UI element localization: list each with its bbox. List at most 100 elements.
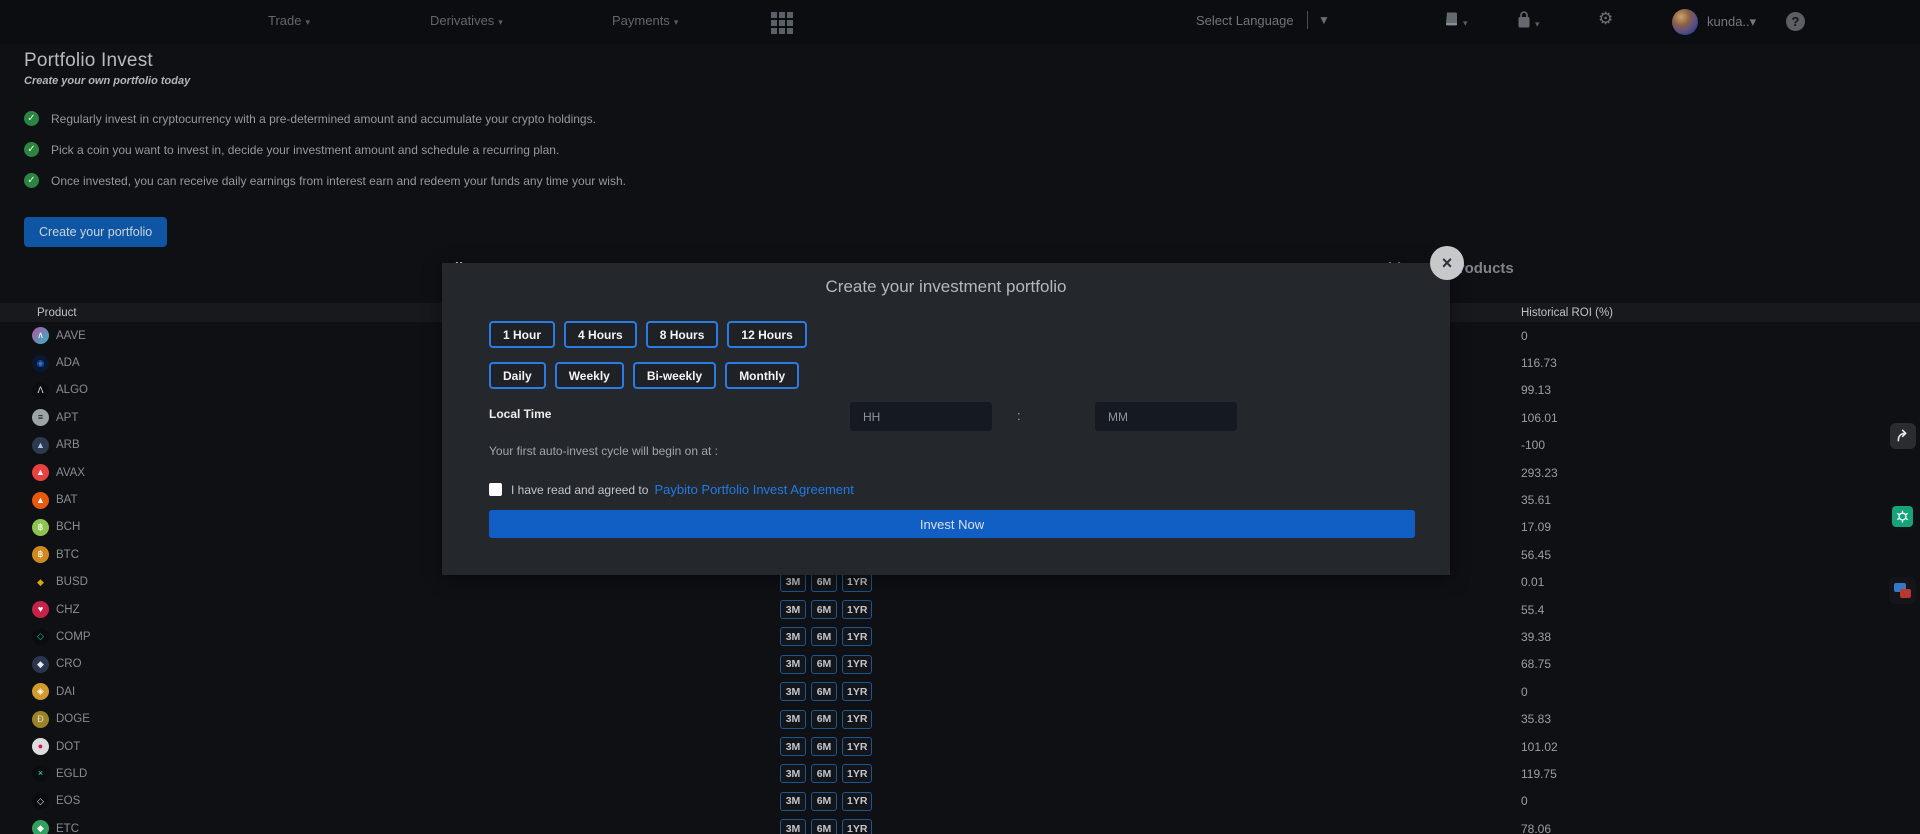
option-button-8-hours[interactable]: 8 Hours <box>646 321 719 348</box>
period-buttons: 3M 6M 1YR <box>750 764 1521 783</box>
period-button-6m[interactable]: 6M <box>811 764 837 783</box>
table-row[interactable]: ◈ DAI 3M6M1YR 0 <box>0 678 1920 705</box>
option-button-bi-weekly[interactable]: Bi-weekly <box>633 362 716 389</box>
period-button-3m[interactable]: 3M <box>780 573 806 592</box>
period-button-1yr[interactable]: 1YR <box>842 573 872 592</box>
gpt-widget-icon[interactable] <box>1889 503 1916 530</box>
language-caret-icon[interactable]: ▼ <box>1318 13 1330 27</box>
product-cell: Đ DOGE <box>0 711 750 728</box>
help-icon[interactable]: ? <box>1786 12 1805 31</box>
period-button-6m[interactable]: 6M <box>811 655 837 674</box>
period-button-6m[interactable]: 6M <box>811 737 837 756</box>
period-button-3m[interactable]: 3M <box>780 600 806 619</box>
period-button-6m[interactable]: 6M <box>811 627 837 646</box>
hour-input[interactable] <box>850 402 992 431</box>
agreement-link[interactable]: Paybito Portfolio Invest Agreement <box>654 482 853 497</box>
option-button-daily[interactable]: Daily <box>489 362 546 389</box>
table-row[interactable]: ♥ CHZ 3M6M1YR 55.4 <box>0 596 1920 623</box>
product-cell: ♥ CHZ <box>0 601 750 618</box>
period-button-6m[interactable]: 6M <box>811 819 837 834</box>
invest-now-button[interactable]: Invest Now <box>489 510 1415 538</box>
coin-symbol: APT <box>56 412 78 424</box>
table-row[interactable]: × EGLD 3M6M1YR 119.75 <box>0 760 1920 787</box>
local-time-row: Local Time : <box>489 402 1415 432</box>
product-cell: ◇ EOS <box>0 793 750 810</box>
period-button-6m[interactable]: 6M <box>811 573 837 592</box>
coin-icon: ● <box>32 738 49 755</box>
option-button-4-hours[interactable]: 4 Hours <box>564 321 637 348</box>
create-portfolio-button[interactable]: Create your portfolio <box>24 217 167 247</box>
minute-input[interactable] <box>1095 402 1237 431</box>
option-button-monthly[interactable]: Monthly <box>725 362 799 389</box>
table-row[interactable]: Đ DOGE 3M 6M 1YR 35.83 <box>0 705 1920 732</box>
coin-icon: × <box>32 765 49 782</box>
roi-value: 0.01 <box>1521 575 1920 589</box>
product-cell: ◆ CRO <box>0 656 750 673</box>
nav-payments[interactable]: Payments▾ <box>612 13 678 28</box>
period-button-3m[interactable]: 3M <box>780 682 806 701</box>
period-buttons: 3M 6M 1YR <box>750 627 1521 646</box>
table-row[interactable]: ● DOT 3M 6M 1YR 101.02 <box>0 733 1920 760</box>
roi-value: 35.83 <box>1521 712 1920 726</box>
table-row[interactable]: ◆ ETC 3M6M1YR 78.06 <box>0 815 1920 834</box>
period-button-1yr[interactable]: 1YR <box>842 655 872 674</box>
product-cell: × EGLD <box>0 765 750 782</box>
orders-book-icon[interactable]: ▾ <box>1443 11 1468 33</box>
period-button-1yr[interactable]: 1YR <box>842 792 872 811</box>
check-circle-icon: ✓ <box>24 173 39 188</box>
period-button-1yr[interactable]: 1YR <box>842 710 872 729</box>
period-button-6m[interactable]: 6M <box>811 792 837 811</box>
period-button-3m[interactable]: 3M <box>780 627 806 646</box>
cycle-begin-text: Your first auto-invest cycle will begin … <box>489 444 1415 458</box>
table-row[interactable]: ◆ CRO 3M 6M 1YR 68.75 <box>0 651 1920 678</box>
apps-grid-icon[interactable] <box>771 12 793 34</box>
period-button-1yr[interactable]: 1YR <box>842 600 872 619</box>
period-button-3m[interactable]: 3M <box>780 792 806 811</box>
period-button-6m[interactable]: 6M <box>811 710 837 729</box>
period-button-1yr[interactable]: 1YR <box>842 764 872 783</box>
roi-value: 35.61 <box>1521 493 1920 507</box>
nav-derivatives[interactable]: Derivatives▾ <box>430 13 503 28</box>
product-cell: ◈ DAI <box>0 683 750 700</box>
period-button-1yr[interactable]: 1YR <box>842 737 872 756</box>
period-buttons: 3M 6M 1YR <box>750 573 1521 592</box>
table-row[interactable]: ◇ EOS 3M6M1YR 0 <box>0 788 1920 815</box>
coin-icon: ≡ <box>32 409 49 426</box>
period-button-3m[interactable]: 3M <box>780 655 806 674</box>
option-button-1-hour[interactable]: 1 Hour <box>489 321 555 348</box>
table-row[interactable]: ◇ COMP 3M6M1YR 39.38 <box>0 623 1920 650</box>
language-selector[interactable]: Select Language <box>1196 13 1294 28</box>
share-widget-icon[interactable] <box>1890 423 1916 449</box>
agreement-checkbox[interactable] <box>489 483 502 496</box>
option-button-12-hours[interactable]: 12 Hours <box>727 321 806 348</box>
period-button-3m[interactable]: 3M <box>780 819 806 834</box>
product-cell: ◆ ETC <box>0 820 750 834</box>
user-menu[interactable]: kunda..▾ <box>1707 14 1756 30</box>
period-button-3m[interactable]: 3M <box>780 737 806 756</box>
bullet-text: Once invested, you can receive daily ear… <box>51 174 626 188</box>
option-button-weekly[interactable]: Weekly <box>555 362 624 389</box>
roi-value: 68.75 <box>1521 657 1920 671</box>
coin-icon: ฿ <box>32 546 49 563</box>
period-button-3m[interactable]: 3M <box>780 710 806 729</box>
nav-trade[interactable]: Trade▾ <box>268 13 310 28</box>
period-button-1yr[interactable]: 1YR <box>842 682 872 701</box>
period-button-6m[interactable]: 6M <box>811 600 837 619</box>
coin-symbol: DOGE <box>56 713 90 725</box>
coin-icon: ฿ <box>32 519 49 536</box>
coin-symbol: ALGO <box>56 384 88 396</box>
period-button-3m[interactable]: 3M <box>780 764 806 783</box>
wallet-bag-icon[interactable]: ▾ <box>1516 11 1540 34</box>
period-button-6m[interactable]: 6M <box>811 682 837 701</box>
roi-value: 39.38 <box>1521 630 1920 644</box>
product-cell: ● DOT <box>0 738 750 755</box>
coin-icon: ◆ <box>32 656 49 673</box>
period-buttons: 3M 6M 1YR <box>750 682 1521 701</box>
chat-widget-icon[interactable] <box>1889 577 1916 604</box>
gear-icon[interactable]: ⚙ <box>1598 9 1613 29</box>
period-button-1yr[interactable]: 1YR <box>842 627 872 646</box>
close-icon[interactable]: × <box>1430 246 1464 280</box>
period-button-1yr[interactable]: 1YR <box>842 819 872 834</box>
avatar[interactable] <box>1672 9 1698 35</box>
roi-value: 101.02 <box>1521 740 1920 754</box>
